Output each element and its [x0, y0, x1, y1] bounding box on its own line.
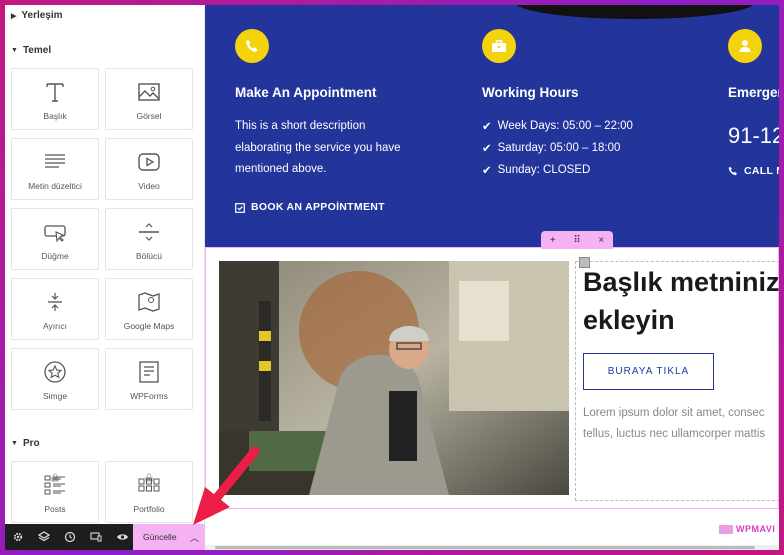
caret-down-icon: ▼: [11, 440, 18, 447]
text-editor-icon: [45, 154, 65, 168]
add-section-button[interactable]: +: [550, 235, 556, 246]
section-heading[interactable]: Başlık metniniz ekleyin: [583, 263, 779, 339]
column-title: Emergen: [728, 85, 779, 100]
image-icon: [138, 83, 160, 101]
widget-posts[interactable]: Posts: [11, 461, 99, 523]
calendar-check-icon: [235, 202, 245, 213]
widget-wpforms[interactable]: WPForms: [105, 348, 193, 410]
layers-icon[interactable]: [31, 524, 57, 550]
responsive-mode-icon[interactable]: [83, 524, 109, 550]
editor-bottom-bar: Güncelle ︿: [5, 524, 205, 550]
phone-icon: [728, 166, 737, 176]
section-header-layout[interactable]: ▶ Yerleşim: [11, 10, 63, 21]
caret-right-icon: ▶: [11, 12, 17, 20]
editor-window: ▶ Yerleşim ▼ Temel Başlık Görsel Metin d…: [5, 5, 779, 550]
wpmavi-watermark: WPMAVI: [719, 524, 775, 534]
video-icon: [138, 153, 160, 171]
phone-icon: [235, 29, 269, 63]
map-icon: [138, 292, 160, 312]
star-icon: [44, 361, 66, 383]
workshop-photo[interactable]: [219, 261, 569, 495]
posts-icon: [44, 475, 65, 495]
scrollbar-thumb[interactable]: [215, 546, 755, 549]
preview-eye-icon[interactable]: [109, 524, 135, 550]
widget-panel: ▶ Yerleşim ▼ Temel Başlık Görsel Metin d…: [5, 5, 205, 550]
widget-icon[interactable]: Simge: [11, 348, 99, 410]
section-header-basic[interactable]: ▼ Temel: [11, 45, 51, 56]
hours-row: ✔ Week Days: 05:00 – 22:00: [482, 120, 633, 133]
widget-image[interactable]: Görsel: [105, 68, 193, 130]
person-icon: [728, 29, 762, 63]
page-canvas: Make An Appointment This is a short desc…: [205, 5, 779, 550]
hours-row: ✔ Saturday: 05:00 – 18:00: [482, 142, 621, 155]
form-icon: [139, 361, 159, 383]
move-section-handle[interactable]: ⠿: [573, 235, 580, 246]
button-icon: [44, 225, 66, 243]
caret-down-icon: ▼: [11, 47, 18, 54]
divider-icon: [139, 223, 159, 241]
check-icon: ✔: [482, 165, 492, 177]
emergency-number: 91-12: [728, 123, 779, 148]
spacer-icon: [48, 293, 62, 311]
column-description: This is a short description elaborating …: [235, 120, 401, 175]
red-arrow-annotation: [193, 446, 260, 525]
history-icon[interactable]: [57, 524, 83, 550]
settings-gear-icon[interactable]: [5, 524, 31, 550]
call-link[interactable]: CALL N: [728, 165, 779, 177]
widget-divider[interactable]: Bölücü: [105, 208, 193, 270]
book-appointment-link[interactable]: BOOK AN APPOİNTMENT: [235, 201, 385, 213]
widget-text-editor[interactable]: Metin düzeltici: [11, 138, 99, 200]
widget-google-maps[interactable]: Google Maps: [105, 278, 193, 340]
column-title: Working Hours: [482, 85, 579, 100]
hours-row: ✔ Sunday: CLOSED: [482, 164, 591, 177]
info-section[interactable]: Make An Appointment This is a short desc…: [205, 5, 779, 247]
heading-icon: [46, 83, 64, 102]
column-title: Make An Appointment: [235, 85, 377, 100]
check-icon: ✔: [482, 143, 492, 155]
widget-video[interactable]: Video: [105, 138, 193, 200]
cta-button[interactable]: BURAYA TIKLA: [583, 353, 714, 390]
widget-portfolio[interactable]: Portfolio: [105, 461, 193, 523]
widget-heading[interactable]: Başlık: [11, 68, 99, 130]
barcode-logo-icon: [719, 524, 733, 534]
widget-button[interactable]: Düğme: [11, 208, 99, 270]
briefcase-icon: [482, 29, 516, 63]
check-icon: ✔: [482, 121, 492, 133]
body-text[interactable]: Lorem ipsum dolor sit amet, consec tellu…: [583, 403, 765, 445]
section-header-pro[interactable]: ▼ Pro: [11, 438, 40, 449]
widget-spacer[interactable]: Ayırıcı: [11, 278, 99, 340]
delete-section-button[interactable]: ×: [598, 235, 604, 246]
decorative-shape: [515, 5, 755, 19]
portfolio-icon: [138, 478, 160, 492]
